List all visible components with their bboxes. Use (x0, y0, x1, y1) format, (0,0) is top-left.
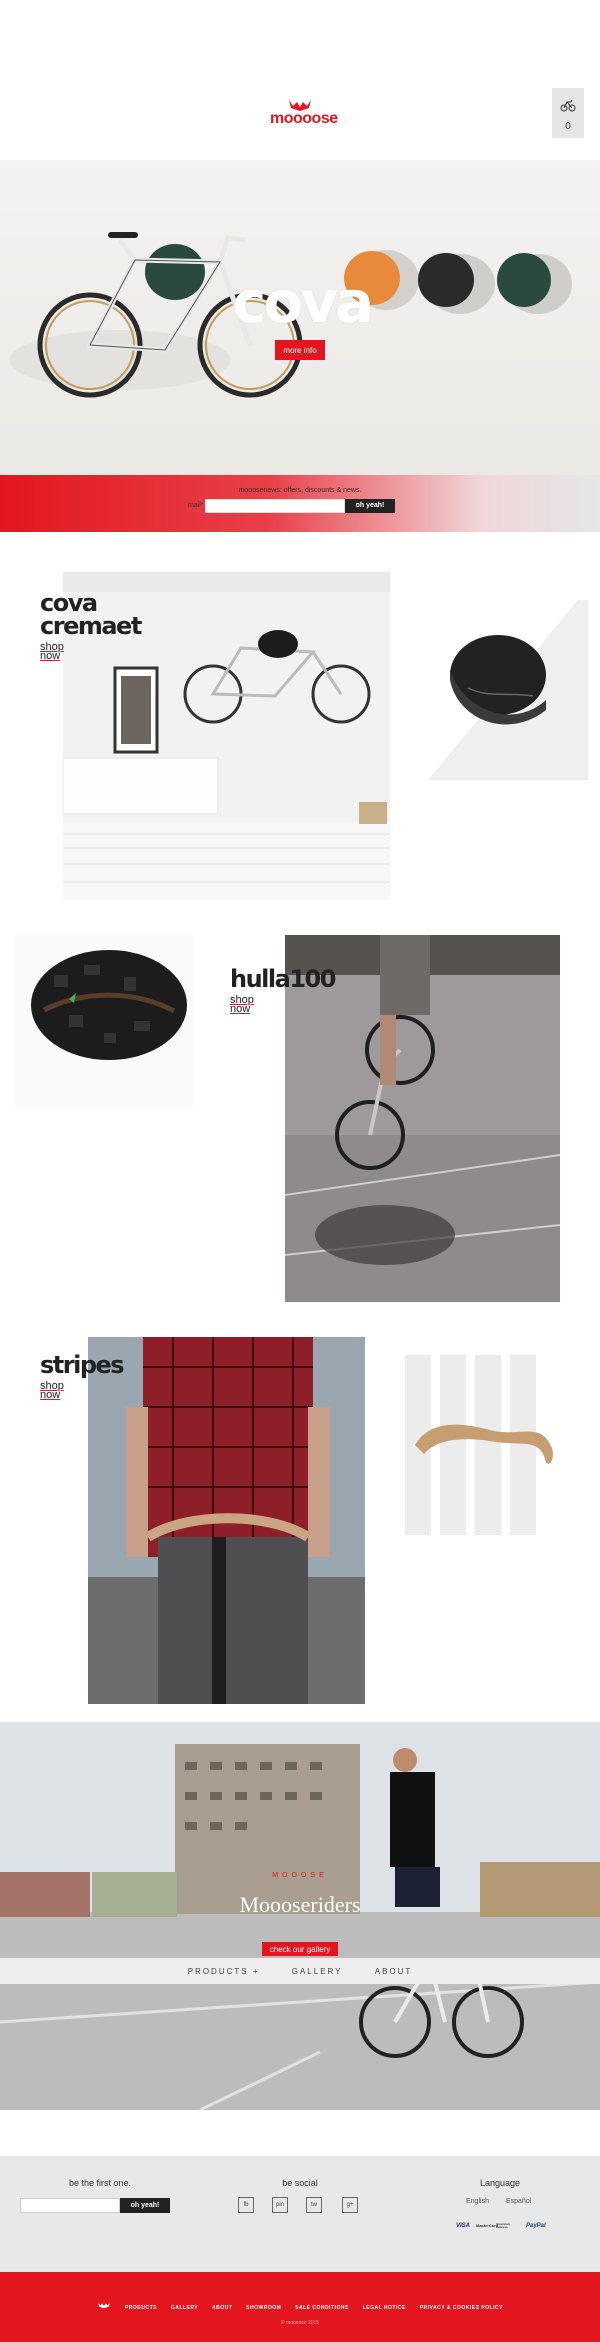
paypal-icon: PayPal (526, 2223, 546, 2229)
shop-now-link[interactable]: shop now (40, 642, 64, 662)
shop-now-line-2: now (40, 1389, 61, 1401)
bottom-link-gallery[interactable]: GALLERY (171, 2305, 198, 2311)
language-spanish[interactable]: Español (506, 2198, 531, 2205)
footer-email-input[interactable] (20, 2198, 120, 2213)
cart-count: 0 (565, 121, 571, 132)
newsletter-submit-button[interactable]: oh yeah! (345, 499, 395, 513)
newsletter-email-input[interactable] (205, 499, 345, 513)
footer-newsletter-title: be the first one. (68, 2178, 132, 2188)
product-title-stripes[interactable]: stripes (40, 1351, 125, 1379)
newsletter-band: mooosenews: offers, discounts & news. ma… (0, 475, 600, 532)
nav-gallery[interactable]: GALLERY (292, 1967, 343, 1976)
shop-now-link[interactable]: shop now (40, 1381, 64, 1401)
main-nav: PRODUCTS + GALLERY ABOUT (0, 1958, 600, 1984)
twitter-icon[interactable]: tw (306, 2197, 322, 2213)
shop-now-link[interactable]: shop now (230, 995, 254, 1015)
logo[interactable]: moooose (270, 98, 338, 128)
riders-section: MOOOSE Moooseriders check our gallery (0, 1722, 600, 2110)
bottom-link-privacy[interactable]: PRIVACY & COOKIES POLICY (420, 2305, 503, 2311)
shop-now-line-2: now (40, 650, 61, 662)
bottom-link-showroom[interactable]: SHOWROOM (246, 2305, 281, 2311)
pinterest-icon[interactable]: pin (272, 2197, 288, 2213)
bottom-link-about[interactable]: ABOUT (212, 2305, 232, 2311)
product-title-cova-cremaet[interactable]: cova cremaet (40, 591, 142, 640)
shop-now-line-2: now (230, 1003, 251, 1015)
hulla-charcoal-image[interactable] (14, 935, 194, 1110)
visa-icon: VISA (456, 2223, 471, 2229)
cart-button[interactable]: 0 (552, 88, 584, 138)
product-title-line-1: stripes (40, 1351, 125, 1379)
stripes-handlebar-image[interactable] (400, 1350, 580, 1535)
product-title-hulla100[interactable]: hulla100 (230, 965, 336, 993)
footer (0, 2156, 600, 2272)
bottom-link-products[interactable]: PRODUCTS (125, 2305, 157, 2311)
bottom-links: PRODUCTS GALLERY ABOUT SHOWROOM SALE CON… (0, 2301, 600, 2311)
logo-text: moooose (270, 110, 338, 127)
site-header: moooose 0 (0, 0, 600, 160)
hero-banner: cova more info (0, 160, 600, 475)
more-info-button[interactable]: more info (275, 340, 325, 360)
newsletter-mail-label: mail* (188, 502, 204, 509)
amex-icon: American Express (496, 2222, 510, 2229)
stripes-rider-image[interactable] (88, 1337, 365, 1704)
bottom-bar: PRODUCTS GALLERY ABOUT SHOWROOM SALE CON… (0, 2272, 600, 2342)
copyright: © moooose 2015 (280, 2320, 320, 2326)
bottom-logo-icon[interactable] (97, 2301, 111, 2311)
footer-language-title: Language (479, 2178, 521, 2188)
footer-social-title: be social (282, 2178, 318, 2188)
bottom-link-legal-notice[interactable]: LEGAL NOTICE (363, 2305, 406, 2311)
nav-about[interactable]: ABOUT (375, 1967, 413, 1976)
language-english[interactable]: English (466, 2198, 489, 2205)
product-title-line-2: cremaet (40, 612, 142, 640)
nav-products[interactable]: PRODUCTS + (188, 1967, 260, 1976)
googleplus-icon[interactable]: g+ (342, 2197, 358, 2213)
footer-submit-button[interactable]: oh yeah! (120, 2198, 170, 2213)
product-title-line-1: hulla100 (230, 965, 336, 993)
hero-title: cova (232, 268, 374, 336)
bottom-link-sale-conditions[interactable]: SALE CONDITIONS (295, 2305, 349, 2311)
cova-product-image[interactable] (428, 600, 588, 780)
mastercard-icon: MasterCard (476, 2223, 499, 2228)
riders-subtitle: MOOOSE (272, 1872, 328, 1879)
newsletter-text: mooosenews: offers, discounts & news. (238, 487, 362, 494)
facebook-icon[interactable]: fb (238, 2197, 254, 2213)
bike-icon (560, 99, 576, 112)
riders-title: Moooseriders (239, 1892, 361, 1917)
check-gallery-button[interactable]: check our gallery (262, 1942, 338, 1956)
